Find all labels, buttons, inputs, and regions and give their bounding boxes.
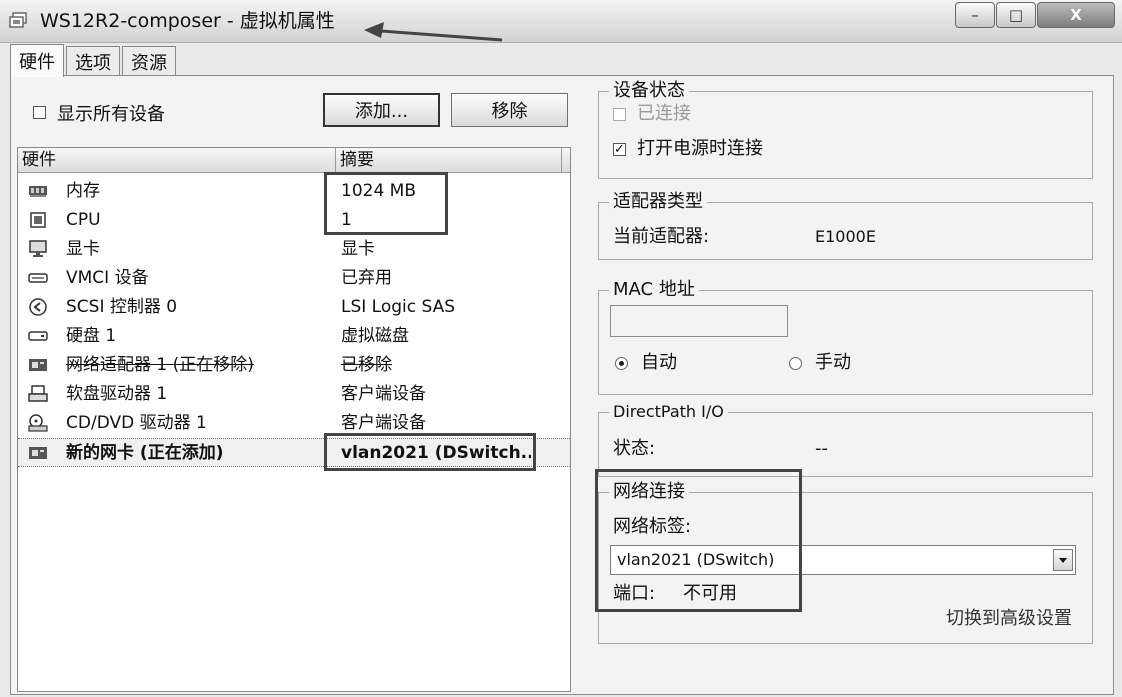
connected-checkbox[interactable] <box>613 108 626 121</box>
maximize-button[interactable]: □ <box>996 2 1036 28</box>
table-row[interactable]: CD/DVD 驱动器 1 客户端设备 <box>18 409 570 438</box>
network-label-select[interactable]: vlan2021 (DSwitch) <box>610 545 1076 575</box>
title-bar[interactable]: WS12R2-composer - 虚拟机属性 – □ X <box>0 0 1122 43</box>
row-summary: 1 <box>341 210 352 230</box>
network-label-value: vlan2021 (DSwitch) <box>617 550 775 569</box>
minimize-button[interactable]: – <box>955 2 995 28</box>
show-all-devices-checkbox[interactable] <box>33 106 46 119</box>
chevron-down-icon[interactable] <box>1053 549 1073 571</box>
hardware-list-header: 硬件 摘要 <box>18 148 570 173</box>
vm-properties-window: WS12R2-composer - 虚拟机属性 – □ X 硬件 选项 资源 显… <box>0 0 1122 697</box>
row-name: 软盘驱动器 1 <box>66 384 168 404</box>
directpath-group: DirectPath I/O 状态: -- <box>598 400 1093 477</box>
vmci-icon <box>28 273 48 283</box>
annotation-arrow-icon <box>364 22 503 42</box>
mac-address-group: MAC 地址 自动 手动 <box>598 278 1093 395</box>
cpu-icon <box>30 212 46 228</box>
group-title: 设备状态 <box>609 79 689 103</box>
close-icon: X <box>1070 6 1082 24</box>
row-summary: 已移除 <box>341 355 392 375</box>
port-label: 端口: <box>613 583 656 604</box>
group-title: MAC 地址 <box>609 278 699 302</box>
row-summary: LSI Logic SAS <box>341 297 456 317</box>
table-row[interactable]: 内存 1024 MB <box>18 177 570 206</box>
current-adapter-label: 当前适配器: <box>613 226 710 247</box>
mac-manual-label: 手动 <box>815 352 851 373</box>
memory-icon <box>29 186 47 197</box>
mac-auto-label: 自动 <box>641 352 677 373</box>
tab-resources[interactable]: 资源 <box>122 46 176 76</box>
advanced-settings-link[interactable]: 切换到高级设置 <box>946 607 1072 631</box>
row-summary: 已弃用 <box>341 268 392 288</box>
table-row-selected[interactable]: 新的网卡 (正在添加) vlan2021 (DSwitch... <box>18 438 570 467</box>
row-summary: 1024 MB <box>341 181 416 201</box>
table-row[interactable]: VMCI 设备 已弃用 <box>18 264 570 293</box>
table-row[interactable]: 网络适配器 1 (正在移除) 已移除 <box>18 351 570 380</box>
nic-icon <box>29 447 47 459</box>
connected-label: 已连接 <box>637 103 691 124</box>
current-adapter-value: E1000E <box>815 227 876 246</box>
mac-manual-radio[interactable] <box>789 357 802 370</box>
device-status-group: 设备状态 已连接 ✓ 打开电源时连接 <box>598 79 1093 179</box>
row-name: 网络适配器 1 (正在移除) <box>66 355 254 375</box>
connect-on-power-label: 打开电源时连接 <box>637 138 763 159</box>
row-summary: vlan2021 (DSwitch... <box>341 443 531 463</box>
hardware-tab-panel: 显示所有设备 添加... 移除 硬件 摘要 内存 1024 MB CPU 1 显… <box>10 75 1114 695</box>
row-summary: 客户端设备 <box>341 413 426 433</box>
tab-strip: 硬件 选项 资源 <box>10 44 178 77</box>
group-title: 网络连接 <box>609 480 689 504</box>
table-row[interactable]: 显卡 显卡 <box>18 235 570 264</box>
minimize-icon: – <box>971 6 979 24</box>
close-button[interactable]: X <box>1037 2 1115 28</box>
add-button[interactable]: 添加... <box>323 93 440 127</box>
tab-options[interactable]: 选项 <box>66 46 120 76</box>
table-row[interactable]: CPU 1 <box>18 206 570 235</box>
row-summary: 虚拟磁盘 <box>341 326 409 346</box>
cdrom-icon <box>28 414 48 432</box>
mac-address-input[interactable] <box>610 305 788 337</box>
table-row[interactable]: 硬盘 1 虚拟磁盘 <box>18 322 570 351</box>
port-value: 不可用 <box>683 583 737 604</box>
row-name: 硬盘 1 <box>66 326 117 346</box>
remove-button[interactable]: 移除 <box>451 93 568 127</box>
window-title: WS12R2-composer - 虚拟机属性 <box>40 10 335 32</box>
row-name: CPU <box>66 210 101 230</box>
row-name: 显卡 <box>66 239 100 259</box>
nic-icon <box>29 359 47 371</box>
row-summary: 显卡 <box>341 239 375 259</box>
display-icon <box>29 240 47 257</box>
scsi-icon <box>29 298 47 316</box>
floppy-icon <box>28 385 48 402</box>
row-name: SCSI 控制器 0 <box>66 297 178 317</box>
row-name: CD/DVD 驱动器 1 <box>66 413 207 433</box>
group-title: DirectPath I/O <box>609 400 728 424</box>
hardware-list[interactable]: 硬件 摘要 内存 1024 MB CPU 1 显卡 显卡 VMCI 设备 已弃用… <box>17 147 571 692</box>
row-summary: 客户端设备 <box>341 384 426 404</box>
adapter-type-group: 适配器类型 当前适配器: E1000E <box>598 190 1093 260</box>
column-header-summary[interactable]: 摘要 <box>336 148 562 172</box>
tab-hardware[interactable]: 硬件 <box>10 44 64 77</box>
row-name: 新的网卡 (正在添加) <box>66 443 224 463</box>
mac-auto-radio[interactable] <box>615 357 628 370</box>
directpath-status-value: -- <box>815 438 828 459</box>
vm-app-icon <box>9 12 27 28</box>
connect-on-power-checkbox[interactable]: ✓ <box>613 143 626 156</box>
column-header-hardware[interactable]: 硬件 <box>18 148 336 172</box>
show-all-devices-label: 显示所有设备 <box>57 104 165 125</box>
group-title: 适配器类型 <box>609 190 707 214</box>
directpath-status-label: 状态: <box>613 438 656 459</box>
disk-icon <box>28 331 48 341</box>
row-name: VMCI 设备 <box>66 268 149 288</box>
row-name: 内存 <box>66 181 100 201</box>
network-label-label: 网络标签: <box>613 516 692 537</box>
table-row[interactable]: SCSI 控制器 0 LSI Logic SAS <box>18 293 570 322</box>
maximize-icon: □ <box>1008 6 1024 24</box>
table-row[interactable]: 软盘驱动器 1 客户端设备 <box>18 380 570 409</box>
